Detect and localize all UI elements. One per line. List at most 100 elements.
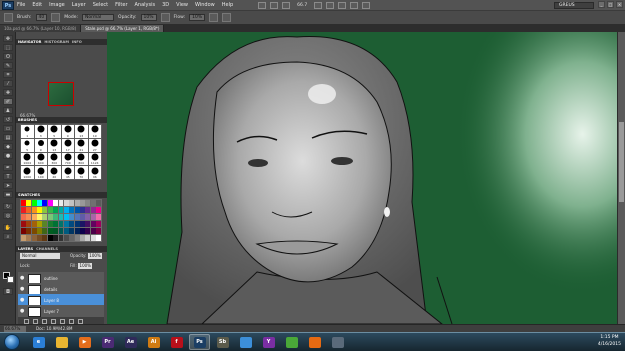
tab-info[interactable]: INFO — [72, 40, 82, 44]
color-swatch[interactable] — [58, 200, 64, 207]
tab-brushes[interactable]: BRUSHES — [18, 118, 37, 122]
screen-mode-icon[interactable] — [362, 1, 371, 9]
brush-tool-icon[interactable]: ✐ — [3, 98, 13, 105]
color-swatch[interactable] — [53, 227, 59, 235]
color-swatch[interactable] — [31, 200, 37, 207]
brush-preset[interactable]: 800 — [75, 152, 88, 166]
type-tool-icon[interactable]: T — [3, 173, 13, 180]
color-swatch[interactable] — [69, 234, 75, 241]
color-swatch[interactable] — [53, 200, 59, 207]
color-swatch[interactable] — [47, 227, 53, 235]
color-swatch[interactable] — [63, 234, 69, 241]
taskbar-desktop-window[interactable] — [327, 334, 348, 350]
color-swatch[interactable] — [31, 206, 37, 214]
add-mask-icon[interactable] — [42, 318, 47, 324]
color-swatch[interactable] — [53, 234, 59, 241]
color-swatch[interactable] — [80, 206, 85, 214]
visibility-eye-icon[interactable]: ● — [20, 276, 25, 281]
status-zoom[interactable]: 66.67% — [4, 325, 26, 332]
shape-tool-icon[interactable]: ▬ — [3, 191, 13, 198]
color-swatch[interactable] — [96, 206, 101, 214]
color-swatch[interactable] — [96, 227, 101, 235]
brush-preset[interactable]: 40 — [48, 166, 61, 179]
color-swatch[interactable] — [37, 206, 42, 214]
color-swatch[interactable] — [90, 220, 96, 228]
clone-stamp-tool-icon[interactable]: ♟ — [3, 107, 13, 114]
color-swatch[interactable] — [63, 220, 69, 228]
color-swatch[interactable] — [42, 213, 48, 221]
color-swatch[interactable] — [80, 220, 85, 228]
brush-preset[interactable]: 19 — [88, 125, 101, 138]
healing-tool-icon[interactable]: ✚ — [3, 89, 13, 96]
color-swatch[interactable] — [74, 234, 80, 241]
color-swatch[interactable] — [80, 234, 85, 241]
color-swatch[interactable] — [85, 220, 91, 228]
color-swatch[interactable] — [90, 234, 96, 241]
color-swatch[interactable] — [69, 200, 75, 207]
color-swatch[interactable] — [47, 206, 53, 214]
background-color-swatch[interactable] — [7, 276, 14, 283]
color-swatch[interactable] — [47, 213, 53, 221]
document-canvas[interactable] — [107, 32, 617, 324]
system-tray-clock[interactable]: 1:15 PM 4/16/2015 — [598, 334, 621, 348]
visibility-eye-icon[interactable]: ● — [20, 287, 25, 292]
color-swatch[interactable] — [96, 213, 101, 221]
taskbar-chrome[interactable] — [281, 334, 302, 350]
menu-help[interactable]: Help — [222, 2, 233, 8]
color-swatch[interactable] — [96, 220, 101, 228]
pen-tool-icon[interactable]: ✒ — [3, 164, 13, 171]
menu-layer[interactable]: Layer — [72, 2, 86, 8]
blur-tool-icon[interactable]: ◆ — [3, 143, 13, 150]
tab-swatches[interactable]: SWATCHES — [18, 193, 40, 197]
quick-mask-icon[interactable]: ◘ — [3, 288, 13, 295]
color-swatch[interactable] — [37, 234, 42, 241]
color-swatch[interactable] — [96, 200, 101, 207]
color-swatch[interactable] — [53, 213, 59, 221]
opacity-input[interactable]: 10% — [140, 14, 157, 21]
move-tool-icon[interactable]: ✥ — [3, 35, 13, 42]
color-swatch[interactable] — [42, 206, 48, 214]
brush-preset[interactable]: 300 — [48, 152, 61, 166]
adjustment-layer-icon[interactable] — [51, 318, 56, 324]
visibility-eye-icon[interactable]: ● — [20, 298, 25, 303]
brush-panel-toggle-icon[interactable] — [51, 13, 61, 22]
color-swatch[interactable] — [53, 220, 59, 228]
color-swatch[interactable] — [58, 213, 64, 221]
taskbar-internet-explorer[interactable]: e — [28, 334, 49, 350]
color-swatch[interactable] — [26, 234, 32, 241]
zoom-tool-icon[interactable]: ⌕ — [3, 233, 13, 240]
dodge-tool-icon[interactable]: ● — [3, 152, 13, 159]
color-swatch[interactable] — [90, 200, 96, 207]
color-swatch[interactable] — [69, 213, 75, 221]
color-swatch[interactable] — [21, 220, 26, 228]
color-swatch[interactable] — [31, 234, 37, 241]
color-swatch[interactable] — [21, 206, 26, 214]
scrollbar-thumb[interactable] — [619, 122, 624, 202]
color-swatch[interactable] — [37, 200, 42, 207]
mode-select[interactable]: Normal — [82, 14, 115, 21]
color-swatch[interactable] — [21, 213, 26, 221]
hand-tool-icon[interactable] — [314, 1, 323, 9]
color-swatch[interactable] — [85, 206, 91, 214]
taskbar-explorer[interactable] — [51, 334, 72, 350]
color-swatch[interactable] — [63, 213, 69, 221]
color-swatch[interactable] — [58, 220, 64, 228]
brush-preset[interactable]: 9 — [61, 125, 74, 138]
eyedropper-tool-icon[interactable]: ⁄ — [3, 80, 13, 87]
color-swatch[interactable] — [63, 206, 69, 214]
color-swatch[interactable] — [37, 220, 42, 228]
visibility-eye-icon[interactable]: ● — [20, 309, 25, 314]
layer-opacity-input[interactable]: 100% — [87, 253, 102, 259]
layer-style-icon[interactable] — [33, 318, 38, 324]
color-swatch[interactable] — [47, 200, 53, 207]
color-swatch[interactable] — [63, 227, 69, 235]
color-swatch[interactable] — [85, 234, 91, 241]
color-swatch[interactable] — [58, 234, 64, 241]
taskbar-firefox[interactable] — [304, 334, 325, 350]
brush-preset[interactable]: 5 — [48, 125, 61, 138]
color-swatch[interactable] — [31, 220, 37, 228]
color-swatch[interactable] — [90, 206, 96, 214]
brush-preset[interactable]: 27 — [88, 138, 101, 152]
new-group-icon[interactable] — [60, 318, 65, 324]
status-doc-size[interactable]: Doc: 10.9M/42.8M — [36, 326, 72, 331]
